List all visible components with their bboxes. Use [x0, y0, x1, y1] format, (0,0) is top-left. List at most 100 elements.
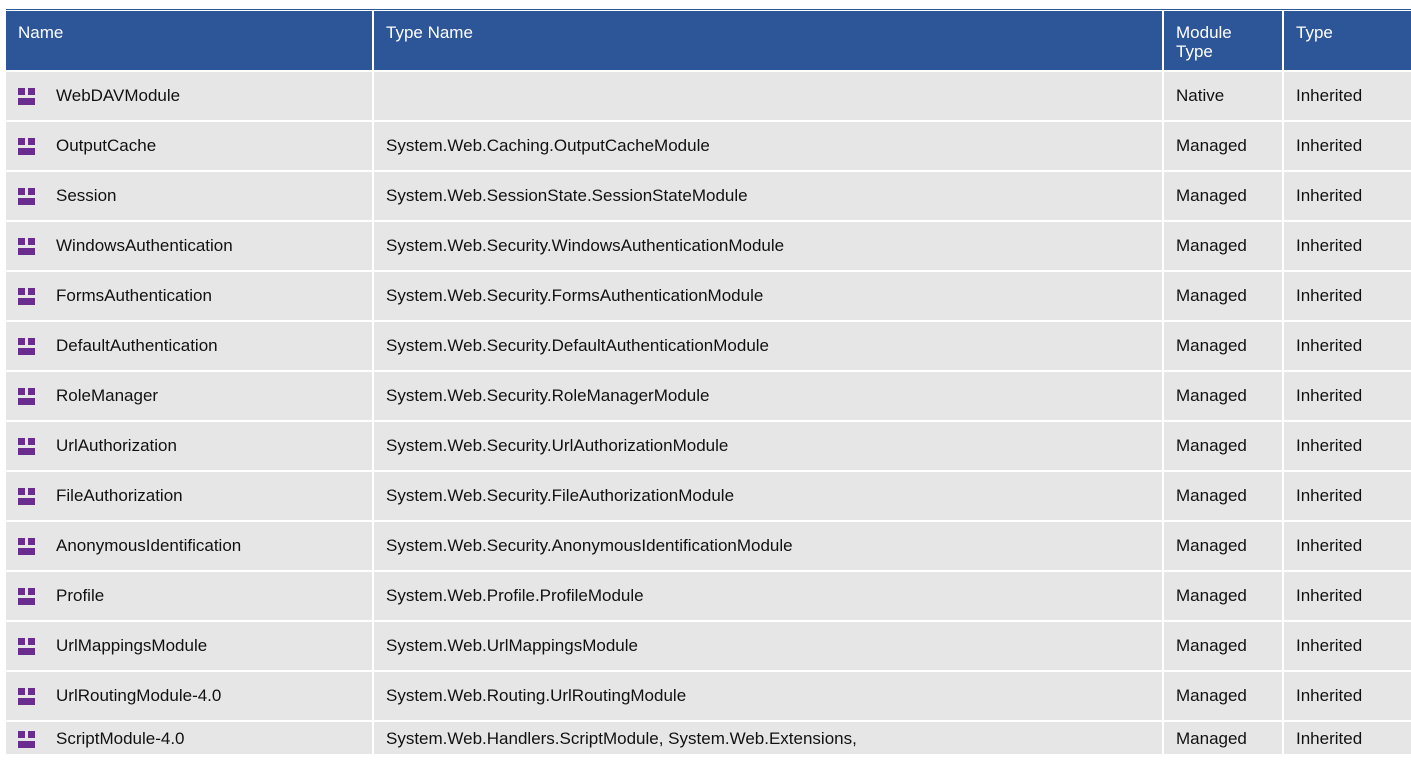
cell-type-name: System.Web.Caching.OutputCacheModule [373, 121, 1164, 172]
cell-type-name: System.Web.Handlers.ScriptModule, System… [373, 721, 1164, 756]
cell-module-type: Managed [1163, 171, 1284, 222]
cell-type-name: System.Web.Security.UrlAuthorizationModu… [373, 421, 1164, 472]
cell-type: Inherited [1283, 271, 1411, 322]
table-row[interactable]: Session System.Web.SessionState.SessionSt… [6, 171, 1411, 222]
name-cell-content: FileAuthorization [18, 486, 362, 506]
module-icon [18, 730, 35, 748]
module-icon [18, 437, 35, 455]
name-cell-content: UrlMappingsModule [18, 636, 362, 656]
cell-module-type: Managed [1163, 371, 1284, 422]
name-cell-content: OutputCache [18, 136, 362, 156]
cell-name: FormsAuthentication [6, 271, 374, 322]
cell-type-name: System.Web.Security.RoleManagerModule [373, 371, 1164, 422]
cell-type: Inherited [1283, 221, 1411, 272]
module-name: RoleManager [56, 386, 159, 405]
cell-module-type: Managed [1163, 621, 1284, 672]
module-icon [18, 587, 35, 605]
table-row[interactable]: UrlMappingsModule System.Web.UrlMappingsM… [6, 621, 1411, 672]
modules-table: Name Type Name Module Type Type WebDAVMod… [6, 11, 1411, 756]
module-name: OutputCache [56, 136, 157, 155]
module-name: UrlRoutingModule-4.0 [56, 686, 222, 705]
module-name: WebDAVModule [56, 86, 181, 105]
module-icon [18, 537, 35, 555]
column-header-type-name[interactable]: Type Name [373, 11, 1164, 72]
cell-type: Inherited [1283, 171, 1411, 222]
table-row[interactable]: WebDAVModule Native Inherited [6, 71, 1411, 122]
table-row[interactable]: WindowsAuthentication System.Web.Security… [6, 221, 1411, 272]
table-row[interactable]: UrlRoutingModule-4.0 System.Web.Routing.U… [6, 671, 1411, 722]
column-header-module-type-line1: Module [1176, 23, 1232, 42]
cell-type-name: System.Web.Routing.UrlRoutingModule [373, 671, 1164, 722]
name-cell-content: AnonymousIdentification [18, 536, 362, 556]
column-header-type-name-label: Type Name [386, 23, 473, 42]
cell-name: RoleManager [6, 371, 374, 422]
cell-type-name: System.Web.Security.WindowsAuthenticatio… [373, 221, 1164, 272]
cell-name: ScriptModule-4.0 [6, 721, 374, 756]
module-icon [18, 337, 35, 355]
module-name: FileAuthorization [56, 486, 183, 505]
table-row[interactable]: ScriptModule-4.0 System.Web.Handlers.Scri… [6, 721, 1411, 756]
header-top-rule [6, 9, 1411, 10]
cell-type: Inherited [1283, 521, 1411, 572]
cell-type: Inherited [1283, 421, 1411, 472]
table-header: Name Type Name Module Type Type [6, 11, 1411, 72]
cell-module-type: Native [1163, 71, 1284, 122]
module-icon [18, 487, 35, 505]
cell-type-name: System.Web.Security.FormsAuthenticationM… [373, 271, 1164, 322]
cell-type-name: System.Web.UrlMappingsModule [373, 621, 1164, 672]
cell-module-type: Managed [1163, 271, 1284, 322]
cell-type: Inherited [1283, 121, 1411, 172]
cell-type-name: System.Web.Security.AnonymousIdentificat… [373, 521, 1164, 572]
cell-name: FileAuthorization [6, 471, 374, 522]
cell-type: Inherited [1283, 371, 1411, 422]
cell-name: Session [6, 171, 374, 222]
table-row[interactable]: UrlAuthorization System.Web.Security.UrlA… [6, 421, 1411, 472]
cell-name: WebDAVModule [6, 71, 374, 122]
table-row[interactable]: AnonymousIdentification System.Web.Securi… [6, 521, 1411, 572]
cell-module-type: Managed [1163, 121, 1284, 172]
module-icon [18, 637, 35, 655]
module-name: ScriptModule-4.0 [56, 729, 185, 748]
cell-name: DefaultAuthentication [6, 321, 374, 372]
module-name: Session [56, 186, 117, 205]
table-row[interactable]: FileAuthorization System.Web.Security.Fil… [6, 471, 1411, 522]
cell-module-type: Managed [1163, 221, 1284, 272]
module-icon [18, 287, 35, 305]
cell-type-name: System.Web.SessionState.SessionStateModu… [373, 171, 1164, 222]
name-cell-content: UrlAuthorization [18, 436, 362, 456]
cell-module-type: Managed [1163, 671, 1284, 722]
name-cell-content: WebDAVModule [18, 86, 362, 106]
cell-type: Inherited [1283, 571, 1411, 622]
table-row[interactable]: OutputCache System.Web.Caching.OutputCach… [6, 121, 1411, 172]
cell-name: UrlMappingsModule [6, 621, 374, 672]
name-cell-content: UrlRoutingModule-4.0 [18, 686, 362, 706]
column-header-module-type[interactable]: Module Type [1163, 11, 1284, 72]
cell-type: Inherited [1283, 671, 1411, 722]
module-icon [18, 137, 35, 155]
table-row[interactable]: DefaultAuthentication System.Web.Security… [6, 321, 1411, 372]
cell-module-type: Managed [1163, 321, 1284, 372]
name-cell-content: Profile [18, 586, 362, 606]
cell-type-name: System.Web.Security.FileAuthorizationMod… [373, 471, 1164, 522]
table-row[interactable]: RoleManager System.Web.Security.RoleManag… [6, 371, 1411, 422]
cell-type: Inherited [1283, 321, 1411, 372]
module-name: AnonymousIdentification [56, 536, 242, 555]
header-row: Name Type Name Module Type Type [6, 11, 1411, 72]
module-icon [18, 237, 35, 255]
module-name: FormsAuthentication [56, 286, 212, 305]
name-cell-content: ScriptModule-4.0 [18, 729, 362, 749]
cell-module-type: Managed [1163, 571, 1284, 622]
table-row[interactable]: FormsAuthentication System.Web.Security.F… [6, 271, 1411, 322]
cell-name: UrlAuthorization [6, 421, 374, 472]
module-name: Profile [56, 586, 105, 605]
column-header-name[interactable]: Name [6, 11, 374, 72]
table-row[interactable]: Profile System.Web.Profile.ProfileModule M… [6, 571, 1411, 622]
module-icon [18, 87, 35, 105]
name-cell-content: WindowsAuthentication [18, 236, 362, 256]
column-header-type[interactable]: Type [1283, 11, 1411, 72]
cell-type-name [373, 71, 1164, 122]
module-icon [18, 687, 35, 705]
cell-name: UrlRoutingModule-4.0 [6, 671, 374, 722]
name-cell-content: Session [18, 186, 362, 206]
cell-name: Profile [6, 571, 374, 622]
